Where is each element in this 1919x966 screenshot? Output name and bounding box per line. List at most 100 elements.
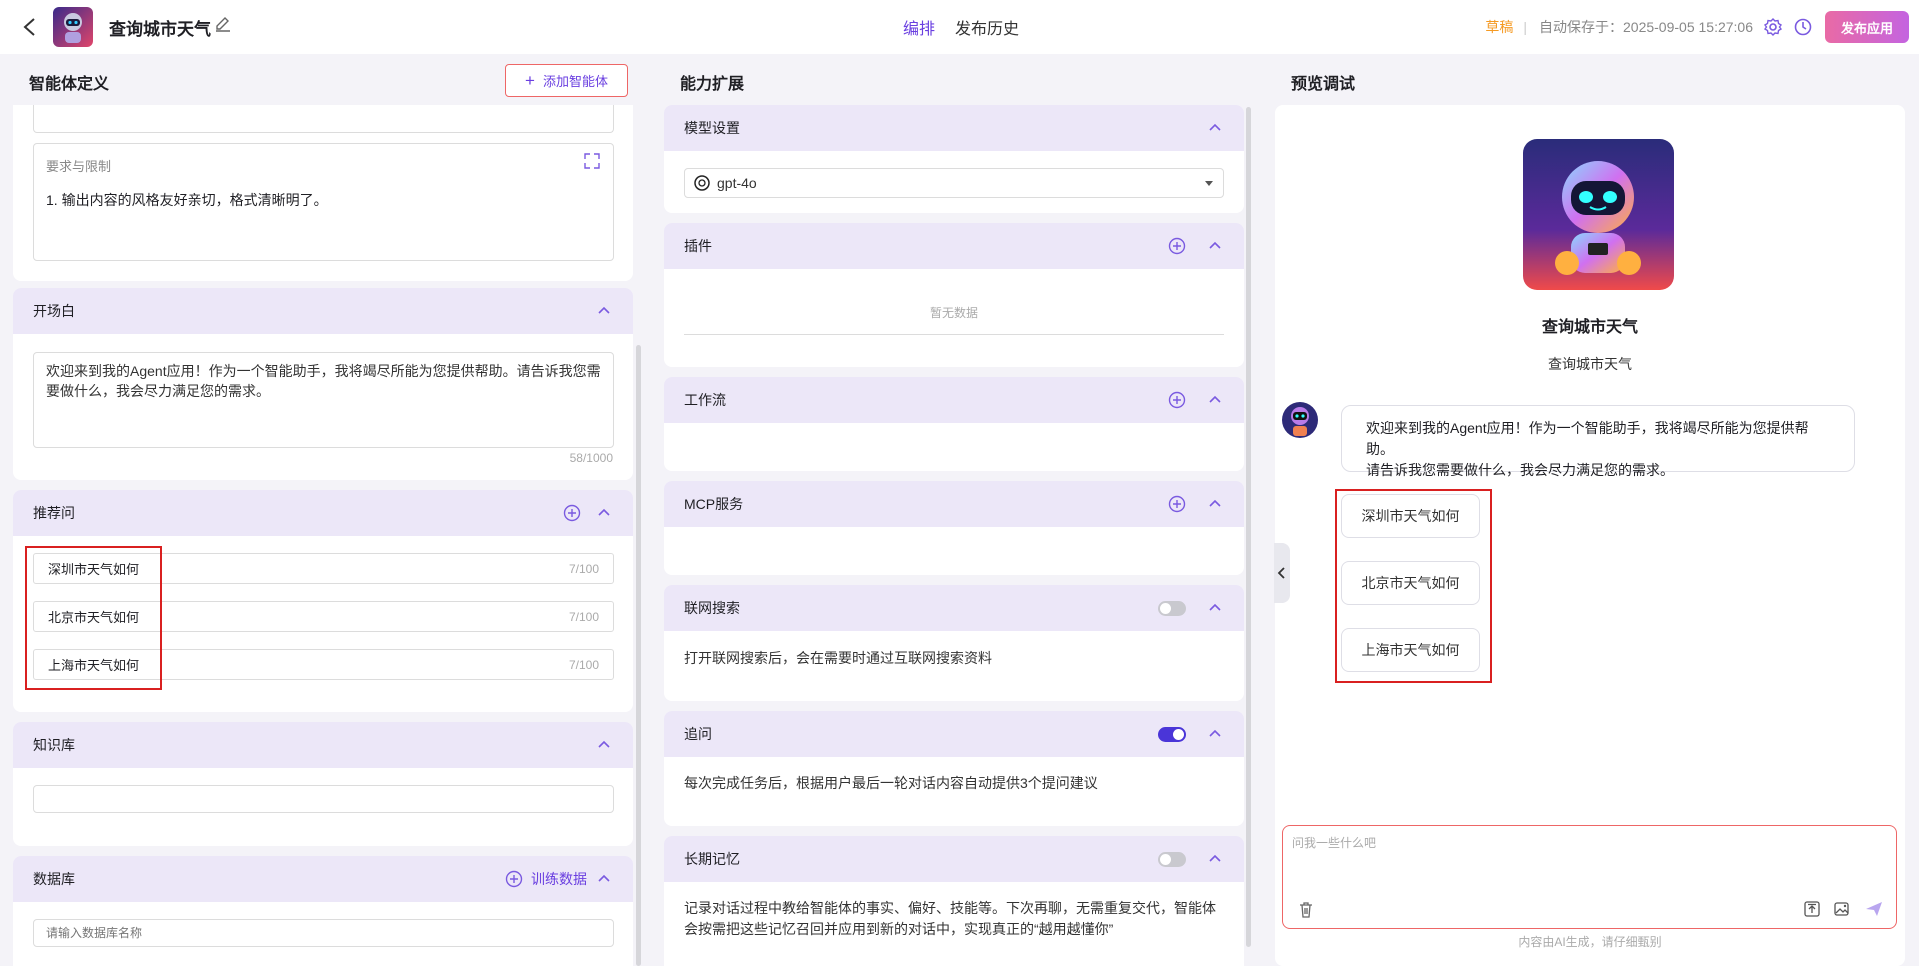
knowledge-title: 知识库: [33, 737, 75, 753]
agent-avatar-large: [1523, 139, 1674, 290]
web-search-panel: 联网搜索 打开联网搜索后，会在需要时通过互联网搜索资料: [664, 585, 1244, 701]
model-header: 模型设置: [664, 105, 1244, 151]
app-avatar: [53, 7, 93, 47]
plugin-header: 插件: [664, 223, 1244, 269]
web-search-desc: 打开联网搜索后，会在需要时通过互联网搜索资料: [684, 650, 992, 666]
tab-arrange[interactable]: 编排: [903, 15, 935, 39]
highlight-box: [25, 546, 162, 690]
prompt-top-textarea[interactable]: [33, 105, 614, 133]
settings-gear-icon[interactable]: [1763, 17, 1783, 37]
agent-definition-title: 智能体定义: [29, 76, 110, 93]
bot-message-line: 欢迎来到我的Agent应用！作为一个智能助手，我将竭尽所能为您提供帮助。: [1366, 420, 1809, 457]
plugin-title: 插件: [684, 238, 712, 254]
database-header: 数据库 训练数据: [13, 856, 633, 902]
add-circle-icon[interactable]: [1168, 391, 1186, 409]
memory-desc-line1: 记录对话过程中教给智能体的事实、偏好、技能等。下次再聊，无需重复交代，智能体: [684, 900, 1216, 916]
opening-textarea[interactable]: 欢迎来到我的Agent应用！作为一个智能助手，我将竭尽所能为您提供帮助。请告诉我…: [33, 352, 614, 448]
add-agent-button[interactable]: + 添加智能体: [505, 64, 628, 97]
model-select[interactable]: gpt-4o: [684, 168, 1224, 198]
add-circle-icon[interactable]: [1168, 237, 1186, 255]
opening-panel: 开场白 欢迎来到我的Agent应用！作为一个智能助手，我将竭尽所能为您提供帮助。…: [13, 288, 633, 480]
opening-count: 58/1000: [569, 451, 613, 465]
followup-panel: 追问 每次完成任务后，根据用户最后一轮对话内容自动提供3个提问建议: [664, 711, 1244, 826]
chevron-up-icon[interactable]: [1206, 495, 1224, 513]
edit-pencil-icon[interactable]: [214, 15, 232, 33]
workflow-title: 工作流: [684, 392, 726, 408]
openai-logo-icon: [694, 175, 710, 191]
suggest-question-count: 7/100: [568, 609, 599, 624]
middle-scrollbar[interactable]: [1246, 107, 1251, 947]
preview-title: 预览调试: [1291, 76, 1356, 93]
prompt-panel: 要求与限制 1. 输出内容的风格友好亲切，格式清晰明了。: [13, 105, 633, 281]
knowledge-input[interactable]: [33, 785, 614, 813]
chevron-up-icon[interactable]: [1206, 119, 1224, 137]
chevron-up-icon[interactable]: [595, 736, 613, 754]
chevron-up-icon[interactable]: [595, 870, 613, 888]
suggest-title: 推荐问: [33, 505, 75, 521]
bot-message-line: 请告诉我您需要做什么，我会尽力满足您的需求。: [1366, 462, 1674, 478]
memory-toggle[interactable]: [1158, 851, 1186, 867]
expand-icon[interactable]: [583, 152, 601, 170]
chevron-up-icon[interactable]: [1206, 237, 1224, 255]
upload-file-icon[interactable]: [1803, 900, 1821, 918]
chevron-up-icon[interactable]: [1206, 850, 1224, 868]
history-clock-icon[interactable]: [1793, 17, 1813, 37]
chevron-up-icon[interactable]: [595, 302, 613, 320]
preview-agent-subtitle: 查询城市天气: [1548, 356, 1632, 372]
upload-image-icon[interactable]: [1833, 900, 1851, 918]
back-arrow-icon[interactable]: [20, 16, 40, 38]
add-agent-label: 添加智能体: [542, 74, 608, 89]
chevron-up-icon[interactable]: [1206, 599, 1224, 617]
web-search-toggle[interactable]: [1158, 600, 1186, 616]
mcp-header: MCP服务: [664, 481, 1244, 527]
memory-desc-line2: 会按需把这些记忆召回并应用到新的对话中，实现真正的“越用越懂你”: [684, 921, 1114, 937]
preview-agent-name: 查询城市天气: [1541, 319, 1638, 336]
web-search-title: 联网搜索: [684, 600, 740, 616]
model-value: gpt-4o: [717, 175, 757, 191]
database-title: 数据库: [33, 871, 75, 887]
train-data-link[interactable]: 训练数据: [531, 869, 587, 889]
requirements-label: 要求与限制: [46, 159, 112, 174]
add-circle-icon[interactable]: [505, 870, 523, 888]
divider: [684, 334, 1224, 335]
workflow-header: 工作流: [664, 377, 1244, 423]
collapse-handle[interactable]: [1274, 543, 1290, 603]
tab-publish-history[interactable]: 发布历史: [955, 15, 1019, 39]
chevron-up-icon[interactable]: [1206, 725, 1224, 743]
followup-header: 追问: [664, 711, 1244, 757]
database-name-input[interactable]: [33, 919, 614, 947]
left-scrollbar[interactable]: [636, 345, 641, 966]
add-circle-icon[interactable]: [563, 504, 581, 522]
database-panel: 数据库 训练数据: [13, 856, 633, 966]
web-search-header: 联网搜索: [664, 585, 1244, 631]
ai-disclaimer: 内容由AI生成，请仔细甄别: [1518, 935, 1662, 949]
autosave-time: 自动保存于：2025-09-05 15:27:06: [1539, 19, 1753, 35]
suggest-question-count: 7/100: [568, 561, 599, 576]
chevron-up-icon[interactable]: [595, 504, 613, 522]
top-bar: 查询城市天气 编排 发布历史 草稿 | 自动保存于：2025-09-05 15:…: [0, 0, 1919, 54]
publish-button[interactable]: 发布应用: [1825, 11, 1909, 43]
add-circle-icon[interactable]: [1168, 495, 1186, 513]
suggest-question-count: 7/100: [568, 657, 599, 672]
main-tabs: 编排 发布历史: [903, 15, 1019, 39]
followup-toggle[interactable]: [1158, 726, 1186, 742]
knowledge-header: 知识库: [13, 722, 633, 768]
app-title: 查询城市天气: [109, 20, 211, 39]
trash-icon[interactable]: [1298, 901, 1314, 919]
workflow-panel: 工作流: [664, 377, 1244, 471]
capability-title: 能力扩展: [680, 76, 745, 93]
requirements-textarea[interactable]: 要求与限制 1. 输出内容的风格友好亲切，格式清晰明了。: [33, 143, 614, 261]
draft-status: 草稿: [1485, 19, 1514, 35]
chat-input-box[interactable]: 问我一些什么吧: [1282, 825, 1897, 929]
header-status: 草稿 | 自动保存于：2025-09-05 15:27:06 发布应用: [1485, 0, 1919, 54]
chevron-up-icon[interactable]: [1206, 391, 1224, 409]
chat-input-placeholder: 问我一些什么吧: [1292, 836, 1377, 850]
divider: |: [1523, 19, 1527, 35]
memory-title: 长期记忆: [684, 851, 740, 867]
chevron-left-icon: [1277, 567, 1285, 579]
followup-desc: 每次完成任务后，根据用户最后一轮对话内容自动提供3个提问建议: [684, 775, 1098, 791]
model-title: 模型设置: [684, 120, 740, 136]
send-icon[interactable]: [1864, 900, 1884, 918]
followup-title: 追问: [684, 726, 712, 742]
bot-welcome-message: 欢迎来到我的Agent应用！作为一个智能助手，我将竭尽所能为您提供帮助。 请告诉…: [1341, 405, 1855, 478]
